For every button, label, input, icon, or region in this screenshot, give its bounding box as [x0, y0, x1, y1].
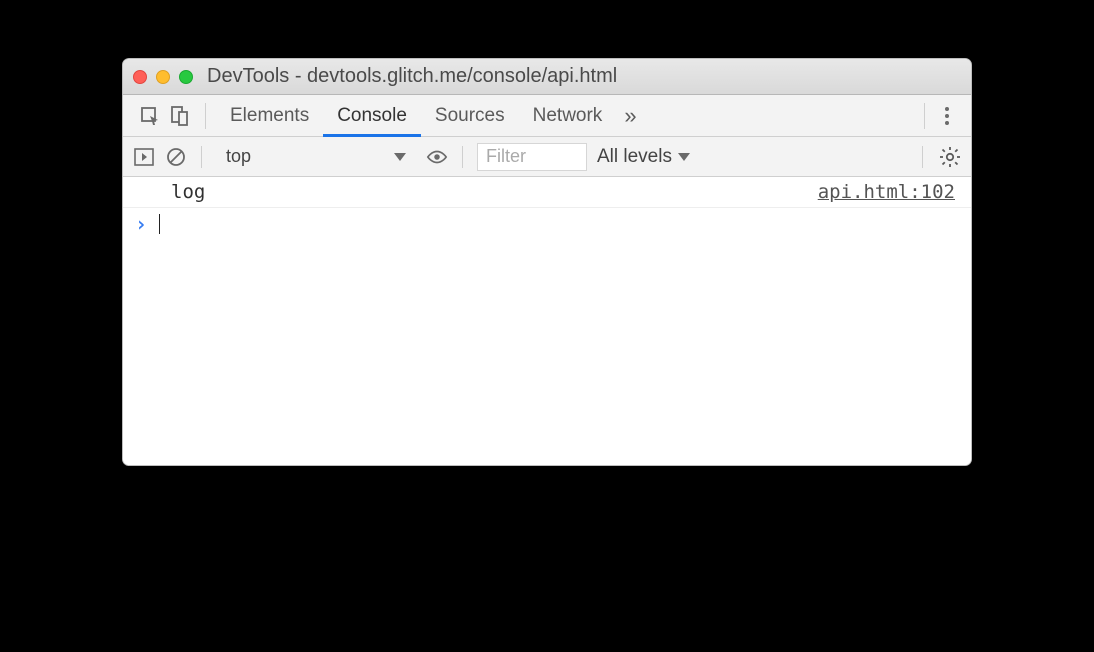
settings-menu-button[interactable]: [935, 104, 959, 128]
tab-sources[interactable]: Sources: [421, 95, 519, 137]
more-tabs-button[interactable]: »: [616, 103, 644, 129]
log-levels-selector[interactable]: All levels: [597, 146, 690, 168]
close-window-button[interactable]: [133, 70, 147, 84]
divider: [205, 103, 206, 129]
console-output: log api.html:102 ›: [123, 177, 971, 465]
window-controls: [133, 70, 193, 84]
log-entry[interactable]: log api.html:102: [123, 177, 971, 208]
console-toolbar: top Filter All levels: [123, 137, 971, 177]
divider: [201, 146, 202, 168]
console-prompt[interactable]: ›: [123, 208, 971, 240]
context-label: top: [226, 146, 251, 167]
filter-placeholder: Filter: [486, 146, 526, 167]
tab-console[interactable]: Console: [323, 95, 421, 137]
execution-context-selector[interactable]: top: [216, 142, 416, 172]
devtools-window: DevTools - devtools.glitch.me/console/ap…: [122, 58, 972, 466]
log-source-link[interactable]: api.html:102: [818, 181, 955, 203]
chevron-down-icon: [394, 153, 406, 161]
maximize-window-button[interactable]: [179, 70, 193, 84]
minimize-window-button[interactable]: [156, 70, 170, 84]
divider: [924, 103, 925, 129]
toggle-sidebar-icon[interactable]: [133, 146, 155, 168]
chevron-down-icon: [678, 153, 690, 161]
divider: [462, 146, 463, 168]
prompt-chevron-icon: ›: [135, 212, 147, 236]
device-toolbar-icon[interactable]: [165, 95, 195, 137]
main-tabbar: Elements Console Sources Network »: [123, 95, 971, 137]
filter-input[interactable]: Filter: [477, 143, 587, 171]
log-message: log: [171, 181, 205, 203]
console-settings-icon[interactable]: [939, 146, 961, 168]
divider: [922, 146, 923, 168]
window-title: DevTools - devtools.glitch.me/console/ap…: [207, 65, 617, 88]
clear-console-icon[interactable]: [165, 146, 187, 168]
titlebar[interactable]: DevTools - devtools.glitch.me/console/ap…: [123, 59, 971, 95]
levels-label: All levels: [597, 146, 672, 168]
tab-network[interactable]: Network: [519, 95, 617, 137]
inspect-element-icon[interactable]: [135, 95, 165, 137]
text-cursor: [159, 214, 160, 234]
live-expression-icon[interactable]: [426, 146, 448, 168]
tab-elements[interactable]: Elements: [216, 95, 323, 137]
